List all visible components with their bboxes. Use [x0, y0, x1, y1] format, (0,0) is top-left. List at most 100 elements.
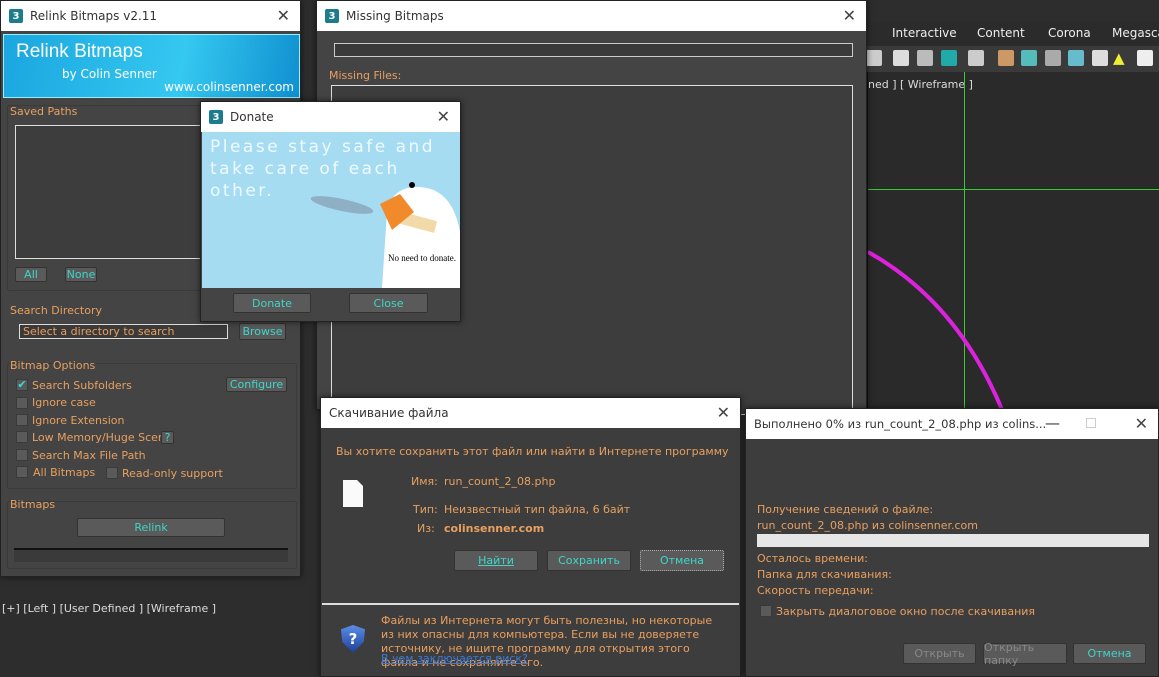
banner-url: www.colinsenner.com	[164, 80, 294, 94]
grid-icon[interactable]	[1092, 50, 1108, 66]
banner-logo[interactable]: Relink Bitmaps by Colin Senner www.colin…	[3, 34, 300, 98]
minimize-icon[interactable]: —	[1045, 414, 1060, 432]
none-button[interactable]: None	[65, 267, 97, 282]
low-memory-label: Low Memory/Huge Scene	[32, 431, 172, 444]
bitmap-options-label: Bitmap Options	[10, 359, 96, 372]
window-title: Donate	[230, 110, 274, 124]
time-left-label: Осталось времени:	[757, 552, 868, 565]
maximize-icon[interactable]	[1086, 418, 1096, 428]
progress-bar	[334, 43, 853, 57]
open-button[interactable]: Открыть	[903, 643, 976, 664]
donate-button[interactable]: Donate	[233, 293, 311, 313]
max-icon: 3	[325, 9, 339, 23]
file-download-dialog: Скачивание файла ✕ Вы хотите сохранить эт…	[320, 397, 741, 677]
open-folder-button[interactable]: Открыть папку	[983, 641, 1067, 667]
close-after-checkbox[interactable]	[760, 605, 772, 617]
close-icon[interactable]: ✕	[717, 403, 730, 422]
donate-image: Please stay safe and take care of each o…	[202, 132, 460, 288]
download-icon[interactable]	[941, 50, 957, 66]
search-max-path-label: Search Max File Path	[32, 449, 146, 462]
render-frame-icon[interactable]	[1021, 50, 1037, 66]
save-button[interactable]: Сохранить	[547, 550, 631, 571]
spline-arc	[868, 250, 1005, 412]
browse-button[interactable]: Browse	[239, 323, 286, 340]
download-progress-bar	[757, 534, 1149, 547]
progress-file: run_count_2_08.php из colinsenner.com	[757, 519, 978, 532]
all-bitmaps-checkbox[interactable]	[16, 466, 28, 478]
file-icon	[343, 480, 363, 507]
banner-by: by Colin Senner	[62, 67, 157, 81]
max-icon: 3	[9, 9, 23, 23]
name-label: Имя:	[411, 475, 438, 488]
help-button[interactable]: ?	[161, 431, 174, 444]
search-max-path-checkbox[interactable]	[16, 449, 28, 461]
speed-label: Скорость передачи:	[757, 584, 874, 597]
render-setup-icon[interactable]	[998, 50, 1014, 66]
shield-question-icon: ?	[341, 625, 365, 653]
all-button[interactable]: All	[15, 267, 47, 282]
from-label: Из:	[417, 522, 435, 535]
ignore-case-label: Ignore case	[32, 396, 96, 409]
find-button[interactable]: Найти	[454, 550, 538, 571]
readonly-checkbox[interactable]	[106, 467, 118, 479]
search-directory-label: Search Directory	[10, 304, 102, 317]
material-editor-icon[interactable]	[968, 50, 984, 66]
type-label: Тип:	[413, 503, 438, 516]
curve-editor-icon[interactable]	[917, 50, 933, 66]
max-icon: 3	[209, 110, 223, 124]
folder-label: Папка для скачивания:	[757, 568, 892, 581]
download-progress-dialog: Выполнено 0% из run_count_2_08.php из co…	[745, 408, 1159, 677]
warning-icon[interactable]: ▲	[1113, 50, 1129, 66]
cancel-button[interactable]: Отмена	[640, 550, 724, 571]
low-memory-checkbox[interactable]	[16, 431, 28, 443]
layout-icon[interactable]	[1137, 50, 1153, 66]
close-after-label: Закрыть диалоговое окно после скачивания	[776, 605, 1036, 618]
no-need-text: No need to donate.	[388, 253, 456, 263]
schematic-icon[interactable]	[893, 50, 909, 66]
banner-title: Relink Bitmaps	[16, 41, 143, 62]
risk-link[interactable]: В чем заключается риск?	[381, 652, 528, 665]
window-title: Выполнено 0% из run_count_2_08.php из co…	[754, 417, 1047, 431]
close-icon[interactable]: ✕	[437, 107, 450, 126]
bitmaps-label: Bitmaps	[10, 498, 56, 511]
menu-corona[interactable]: Corona	[1048, 26, 1091, 40]
render-icon[interactable]	[1045, 50, 1061, 66]
viewport-right[interactable]: ned ] [ Wireframe ]	[866, 72, 1159, 412]
search-subfolders-checkbox[interactable]: ✔	[16, 379, 28, 391]
divider	[322, 603, 739, 605]
saved-paths-list[interactable]	[15, 125, 215, 259]
question-text: Вы хотите сохранить этот файл или найти …	[336, 445, 730, 458]
file-name: run_count_2_08.php	[444, 475, 556, 488]
file-source: colinsenner.com	[444, 522, 545, 535]
ignore-extension-label: Ignore Extension	[32, 414, 125, 427]
viewport-left-label[interactable]: [+] [Left ] [User Defined ] [Wireframe ]	[2, 602, 216, 615]
readonly-label: Read-only support	[122, 467, 223, 480]
window-title: Missing Bitmaps	[346, 9, 444, 23]
donate-dialog: 3 Donate ✕ Please stay safe and take care …	[200, 101, 461, 322]
ignore-extension-checkbox[interactable]	[16, 414, 28, 426]
close-icon[interactable]: ✕	[843, 6, 856, 25]
close-icon[interactable]: ✕	[1135, 414, 1148, 433]
window-title: Relink Bitmaps v2.11	[30, 9, 158, 23]
menu-content[interactable]: Content	[977, 26, 1025, 40]
window-title: Скачивание файла	[329, 406, 449, 420]
missing-files-label: Missing Files:	[329, 69, 402, 82]
cancel-button[interactable]: Отмена	[1073, 643, 1146, 664]
configure-button[interactable]: Configure	[226, 377, 287, 392]
getting-info-label: Получение сведений о файле:	[757, 503, 934, 516]
saved-paths-label: Saved Paths	[10, 105, 78, 118]
menu-interactive[interactable]: Interactive	[892, 26, 957, 40]
close-icon[interactable]: ✕	[277, 6, 290, 25]
close-button[interactable]: Close	[349, 293, 428, 313]
directory-input[interactable]: Select a directory to search	[19, 324, 228, 339]
layer-icon[interactable]	[866, 50, 882, 66]
relink-button[interactable]: Relink	[77, 518, 225, 537]
all-bitmaps-label: All Bitmaps	[33, 466, 96, 479]
render-active-icon[interactable]	[1068, 50, 1084, 66]
file-type: Неизвестный тип файла, 6 байт	[444, 503, 631, 516]
menu-megascan[interactable]: Megascan	[1112, 26, 1159, 40]
relink-progress	[14, 548, 288, 562]
ignore-case-checkbox[interactable]	[16, 397, 28, 409]
goose-illustration	[310, 182, 460, 288]
search-subfolders-label: Search Subfolders	[32, 379, 132, 392]
